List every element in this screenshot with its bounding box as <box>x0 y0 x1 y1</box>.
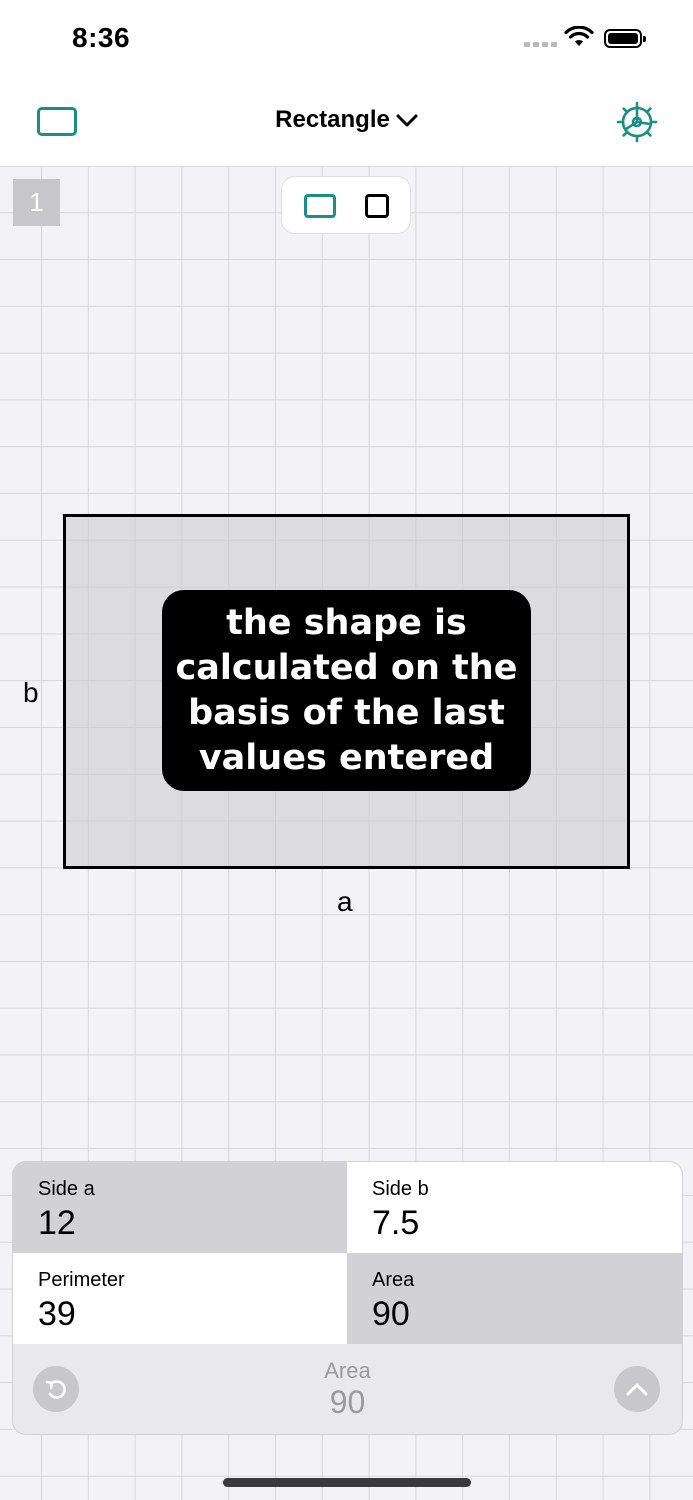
page-number-badge: 1 <box>13 179 60 226</box>
side-b-label: b <box>23 677 39 708</box>
shape-title: Rectangle <box>275 106 390 133</box>
side-b-cell-label: Side b <box>372 1178 429 1200</box>
side-a-label: a <box>337 886 353 917</box>
values-panel: Side a 12 Side b 7.5 Perimeter 39 Area 9… <box>12 1161 683 1435</box>
battery-icon <box>604 29 646 48</box>
square-shape-icon[interactable] <box>365 194 389 218</box>
chevron-down-icon <box>396 114 418 127</box>
expand-up-button[interactable] <box>614 1366 660 1412</box>
side-b-cell[interactable]: Side b 7.5 <box>347 1162 682 1253</box>
area-cell[interactable]: Area 90 <box>347 1253 682 1344</box>
panel-footer: Area 90 <box>13 1344 682 1434</box>
side-a-cell-label: Side a <box>38 1178 95 1200</box>
status-time: 8:36 <box>72 22 131 53</box>
perimeter-cell-value: 39 <box>38 1295 76 1333</box>
side-a-cell-value: 12 <box>38 1204 76 1242</box>
chevron-up-icon <box>626 1383 648 1396</box>
perimeter-cell-label: Perimeter <box>38 1269 125 1291</box>
navigation-bar: Rectangle <box>0 80 693 167</box>
cellular-signal-icon <box>524 42 557 47</box>
footer-label: Area <box>324 1358 371 1383</box>
area-cell-value: 90 <box>372 1295 410 1333</box>
shape-type-segmented-control <box>281 176 411 234</box>
perimeter-cell[interactable]: Perimeter 39 <box>13 1253 347 1344</box>
status-bar: 8:36 <box>0 0 693 80</box>
wifi-icon <box>564 26 594 46</box>
footer-value: 90 <box>329 1384 366 1420</box>
info-tooltip: the shape is calculated on the basis of … <box>162 590 531 791</box>
shape-selector[interactable]: Rectangle <box>0 106 693 134</box>
area-cell-label: Area <box>372 1269 415 1291</box>
side-a-cell[interactable]: Side a 12 <box>13 1162 347 1253</box>
rectangle-shape-icon[interactable] <box>304 194 336 218</box>
home-indicator[interactable] <box>223 1478 471 1487</box>
settings-gear-icon[interactable] <box>616 101 658 143</box>
side-b-cell-value: 7.5 <box>372 1204 420 1242</box>
